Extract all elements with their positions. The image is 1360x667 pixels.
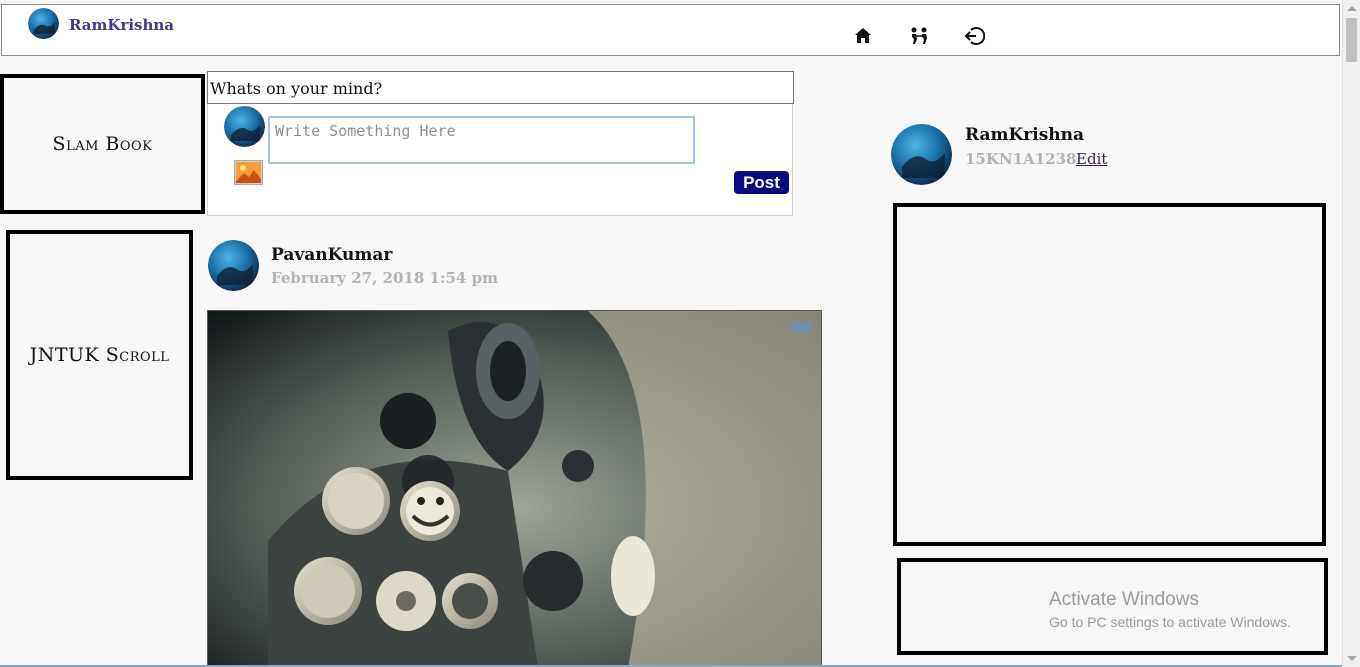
scroll-up-arrow-icon[interactable] — [1347, 6, 1357, 11]
edit-profile-link[interactable]: Edit — [1076, 150, 1107, 168]
post-timestamp: February 27, 2018 1:54 pm — [271, 269, 498, 287]
top-navbar: RamKrishna — [1, 4, 1340, 56]
post-composer: Post — [207, 104, 793, 216]
post-image[interactable] — [207, 310, 822, 667]
composer-title: Whats on your mind? — [207, 71, 794, 104]
slam-book-tile[interactable]: Slam Book — [0, 74, 205, 214]
activate-windows-subtitle: Go to PC settings to activate Windows. — [1049, 614, 1291, 630]
vertical-scrollbar[interactable] — [1342, 0, 1360, 667]
profile-avatar[interactable] — [891, 124, 952, 185]
scrollbar-thumb[interactable] — [1346, 18, 1357, 62]
slam-book-label: Slam Book — [52, 133, 153, 155]
post-author-name[interactable]: PavanKumar — [271, 245, 392, 265]
home-icon[interactable] — [852, 25, 874, 47]
activate-windows-title: Activate Windows — [1049, 589, 1199, 610]
post-button[interactable]: Post — [734, 171, 789, 194]
post-text-input[interactable] — [268, 116, 695, 164]
page: RamKrishna Slam Book JNTUK Scroll Whats … — [0, 0, 1360, 667]
jntuk-scroll-tile[interactable]: JNTUK Scroll — [6, 230, 193, 480]
profile-id: 15KN1A1238 — [965, 150, 1077, 168]
right-panel-box — [893, 203, 1326, 546]
image-upload-icon[interactable] — [234, 160, 263, 185]
brand-user-name[interactable]: RamKrishna — [69, 16, 174, 34]
user-avatar[interactable] — [28, 8, 59, 39]
scroll-down-arrow-icon[interactable] — [1347, 656, 1357, 661]
composer-avatar — [224, 106, 265, 147]
logout-icon[interactable] — [963, 25, 985, 47]
post-author-avatar[interactable] — [208, 240, 259, 291]
jntuk-scroll-label: JNTUK Scroll — [29, 344, 170, 366]
people-icon[interactable] — [908, 25, 930, 47]
profile-name: RamKrishna — [965, 125, 1085, 145]
